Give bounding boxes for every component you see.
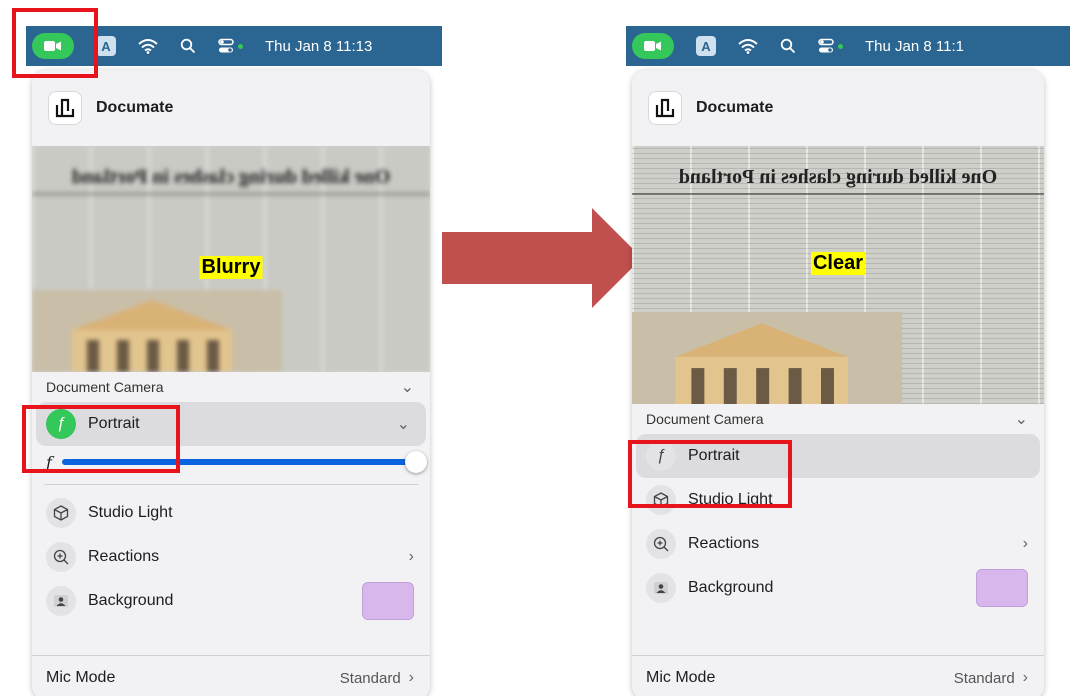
background-person-icon <box>646 573 676 603</box>
effects-controls: Document Camera ⌄ ƒ Portrait Studio Ligh… <box>632 404 1044 610</box>
transition-arrow <box>442 208 642 308</box>
screenshot-before: A Thu Jan 8 11:13 Documate One killed du… <box>26 26 442 696</box>
portrait-label: Portrait <box>88 415 140 432</box>
section-label: Document Camera <box>646 411 764 427</box>
screenshot-after: A Thu Jan 8 11:1 Documate One killed dur… <box>626 26 1070 696</box>
camera-preview: One killed during clashes in Portland Cl… <box>632 146 1044 404</box>
blurry-label: Blurry <box>199 256 263 279</box>
background-row[interactable]: Background <box>632 566 1044 610</box>
section-label: Document Camera <box>46 379 164 395</box>
portrait-f-icon[interactable]: ƒ <box>46 409 76 439</box>
blur-slider[interactable] <box>61 451 427 473</box>
app-name: Documate <box>96 99 174 116</box>
reactions-label: Reactions <box>88 548 160 565</box>
blur-slider-knob[interactable] <box>405 451 427 473</box>
reactions-row[interactable]: Reactions › <box>32 535 430 579</box>
mic-mode-label: Mic Mode <box>646 669 716 686</box>
wifi-icon[interactable] <box>738 38 758 54</box>
newspaper-headline: One killed during clashes in Portland <box>32 166 430 195</box>
portrait-row[interactable]: ƒ Portrait ⌄ <box>36 402 426 446</box>
app-header: Documate <box>632 70 1044 146</box>
background-label: Background <box>688 579 774 596</box>
documate-app-icon <box>48 91 82 125</box>
reactions-plus-icon <box>646 529 676 559</box>
video-camera-icon[interactable] <box>32 33 74 59</box>
reactions-plus-icon <box>46 542 76 572</box>
portrait-label: Portrait <box>688 447 740 464</box>
input-source-icon[interactable]: A <box>96 36 116 56</box>
mic-mode-label: Mic Mode <box>46 669 116 686</box>
menu-bar: A Thu Jan 8 11:13 <box>26 26 442 66</box>
background-swatch[interactable] <box>976 569 1028 607</box>
building-photo <box>632 312 902 404</box>
chevron-down-icon[interactable]: ⌄ <box>397 414 410 434</box>
input-source-icon[interactable]: A <box>696 36 716 56</box>
chevron-right-icon[interactable]: › <box>1023 535 1028 553</box>
studio-light-cube-icon <box>46 498 76 528</box>
building-photo <box>32 290 282 372</box>
menu-bar: A Thu Jan 8 11:1 <box>626 26 1070 66</box>
control-center-icon[interactable] <box>218 38 243 54</box>
chevron-down-icon[interactable]: ⌄ <box>1015 409 1028 429</box>
video-camera-icon[interactable] <box>632 33 674 59</box>
newspaper-headline: One killed during clashes in Portland <box>632 166 1044 195</box>
mic-indicator-dot <box>838 43 843 49</box>
mic-mode-row[interactable]: Mic Mode Standard › <box>32 655 430 696</box>
camera-preview: One killed during clashes in Portland Bl… <box>32 146 430 372</box>
search-icon[interactable] <box>180 38 196 54</box>
app-header: Documate <box>32 70 430 146</box>
mic-mode-row[interactable]: Mic Mode Standard › <box>632 655 1044 696</box>
wifi-icon[interactable] <box>138 38 158 54</box>
blur-slider-fill <box>61 459 416 465</box>
studio-light-row[interactable]: Studio Light <box>32 491 430 535</box>
reactions-row[interactable]: Reactions › <box>632 522 1044 566</box>
document-camera-row[interactable]: Document Camera ⌄ <box>32 372 430 402</box>
portrait-row[interactable]: ƒ Portrait <box>636 434 1040 478</box>
document-camera-row[interactable]: Document Camera ⌄ <box>632 404 1044 434</box>
mic-mode-value: Standard <box>339 669 401 687</box>
studio-light-cube-icon <box>646 485 676 515</box>
control-center-icon[interactable] <box>818 38 843 54</box>
background-swatch[interactable] <box>362 582 414 620</box>
background-person-icon <box>46 586 76 616</box>
background-label: Background <box>88 592 174 609</box>
search-icon[interactable] <box>780 38 796 54</box>
background-row[interactable]: Background <box>32 579 430 623</box>
portrait-f-icon[interactable]: ƒ <box>646 441 676 471</box>
menu-bar-clock[interactable]: Thu Jan 8 11:1 <box>865 38 964 55</box>
reactions-label: Reactions <box>688 535 760 552</box>
studio-light-row[interactable]: Studio Light <box>632 478 1044 522</box>
effects-controls: Document Camera ⌄ ƒ Portrait ⌄ ƒ Studio … <box>32 372 430 623</box>
studio-light-label: Studio Light <box>688 491 773 508</box>
mic-mode-value: Standard <box>953 669 1015 687</box>
chevron-down-icon[interactable]: ⌄ <box>401 377 414 397</box>
menu-bar-clock[interactable]: Thu Jan 8 11:13 <box>265 38 372 55</box>
documate-app-icon <box>648 91 682 125</box>
aperture-f-icon: ƒ <box>46 452 52 472</box>
divider <box>44 484 418 485</box>
app-name: Documate <box>696 99 774 116</box>
chevron-right-icon[interactable]: › <box>409 548 414 566</box>
mic-indicator-dot <box>238 43 243 49</box>
blur-slider-row: ƒ <box>32 446 430 478</box>
chevron-right-icon[interactable]: › <box>409 669 414 687</box>
clear-label: Clear <box>810 252 866 275</box>
video-effects-panel: Documate One killed during clashes in Po… <box>32 70 430 696</box>
video-effects-panel: Documate One killed during clashes in Po… <box>632 70 1044 696</box>
studio-light-label: Studio Light <box>88 504 173 521</box>
chevron-right-icon[interactable]: › <box>1023 669 1028 687</box>
